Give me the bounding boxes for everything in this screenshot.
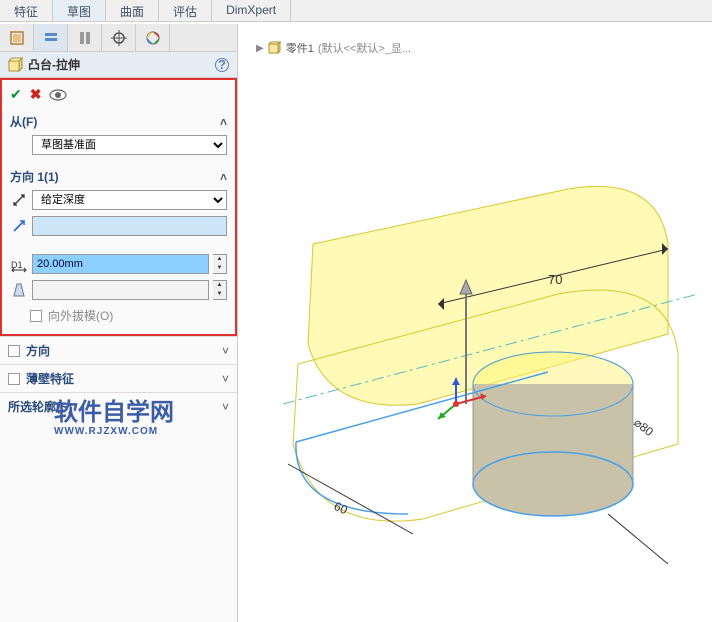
- tab-dimxpert[interactable]: DimXpert: [212, 0, 291, 21]
- graphics-viewport[interactable]: ▶ 零件1 (默认<<默认>_显... 70: [238, 24, 712, 622]
- dim-70: 70: [548, 272, 562, 287]
- dir2-checkbox[interactable]: [8, 345, 20, 357]
- end-condition-combo[interactable]: 给定深度: [32, 190, 227, 210]
- preview-icon[interactable]: [49, 88, 67, 102]
- thin-label: 薄壁特征: [26, 370, 74, 387]
- dim-d80: ⌀80: [631, 415, 656, 439]
- ptab-feature-tree[interactable]: [0, 24, 34, 51]
- chevron-down-icon[interactable]: ˅: [222, 400, 229, 414]
- model-preview: 70 ⌀80 60: [238, 44, 708, 604]
- depth-icon: D1: [10, 255, 28, 273]
- from-combo[interactable]: 草图基准面: [32, 135, 227, 155]
- tab-sketch[interactable]: 草图: [53, 0, 106, 21]
- tab-evaluate[interactable]: 评估: [159, 0, 212, 21]
- thin-checkbox[interactable]: [8, 373, 20, 385]
- dir1-label: 方向 1(1): [10, 168, 59, 185]
- chevron-down-icon[interactable]: ˅: [222, 372, 229, 386]
- ptab-target[interactable]: [102, 24, 136, 51]
- draft-angle-input: [32, 280, 209, 300]
- chevron-down-icon[interactable]: ˅: [222, 344, 229, 358]
- highlighted-params: ✔ ✖ 从(F) ˄ 草图基准面 方向 1(1) ˄: [0, 78, 237, 336]
- command-tabs: 特征 草图 曲面 评估 DimXpert: [0, 0, 712, 22]
- panel-tabs: [0, 24, 237, 52]
- tab-feature[interactable]: 特征: [0, 0, 53, 21]
- draft-outward-label: 向外拔模(O): [48, 307, 113, 324]
- depth-input[interactable]: [32, 254, 209, 274]
- contour-label: 所选轮廓(S): [8, 398, 72, 415]
- property-panel: 凸台-拉伸 ? ✔ ✖ 从(F) ˄ 草图基准面 方向 1(1) ˄: [0, 24, 238, 622]
- ptab-appearance[interactable]: [136, 24, 170, 51]
- chevron-up-icon[interactable]: ˄: [220, 170, 227, 184]
- direction-ref-input[interactable]: [32, 216, 227, 236]
- draft-spinner: ▲▼: [213, 280, 227, 300]
- extrude-icon: [8, 58, 22, 72]
- reverse-direction-icon[interactable]: [10, 191, 28, 209]
- direction-arrow-icon[interactable]: [10, 217, 28, 235]
- ptab-property[interactable]: [34, 24, 68, 51]
- draft-icon[interactable]: [10, 281, 28, 299]
- dir2-label: 方向: [26, 342, 50, 359]
- svg-text:D1: D1: [11, 260, 23, 270]
- help-icon[interactable]: ?: [215, 58, 229, 72]
- depth-spinner[interactable]: ▲ ▼: [213, 254, 227, 274]
- cancel-button[interactable]: ✖: [30, 86, 42, 103]
- ptab-config[interactable]: [68, 24, 102, 51]
- ok-button[interactable]: ✔: [10, 86, 22, 103]
- feature-title-row: 凸台-拉伸 ?: [0, 52, 237, 78]
- spin-down[interactable]: ▼: [213, 264, 226, 273]
- chevron-up-icon[interactable]: ˄: [220, 115, 227, 129]
- tab-surface[interactable]: 曲面: [106, 0, 159, 21]
- spin-up[interactable]: ▲: [213, 255, 226, 264]
- feature-title: 凸台-拉伸: [28, 56, 215, 73]
- draft-outward-checkbox[interactable]: [30, 310, 42, 322]
- from-label: 从(F): [10, 113, 37, 130]
